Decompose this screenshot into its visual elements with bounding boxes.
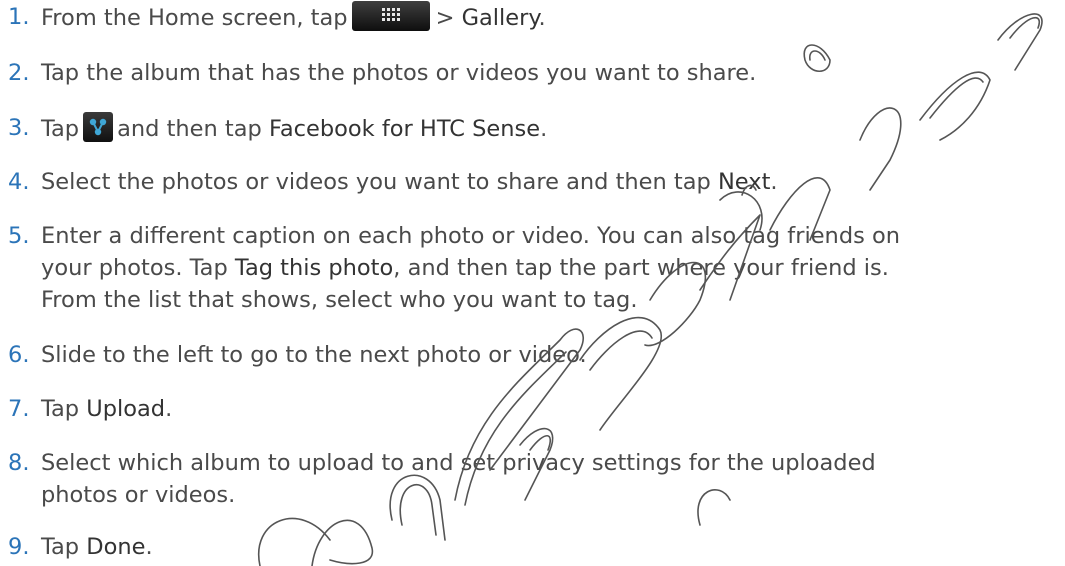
- step-text: Select the photos or videos you want to …: [41, 166, 778, 198]
- step-text: Select which album to upload to and set …: [41, 447, 876, 511]
- step-number: 7.: [8, 396, 30, 422]
- step-text-part: .: [145, 534, 153, 560]
- step-number: 9.: [8, 534, 30, 560]
- step-text-part: , and then tap the part where your frien…: [393, 255, 889, 281]
- ui-label-gallery: Gallery: [461, 5, 539, 31]
- step-text-part: .: [165, 396, 173, 422]
- step-text-part: and then tap: [117, 116, 269, 142]
- ui-label-next: Next: [717, 169, 771, 195]
- step-text-line: Select which album to upload to and set …: [41, 450, 876, 476]
- step-text-part: Select the photos or videos you want to …: [41, 169, 718, 195]
- step-number: 5.: [8, 223, 30, 249]
- step-number: 2.: [8, 60, 30, 86]
- step-text-part: Tap: [41, 116, 80, 142]
- step-number: 4.: [8, 169, 30, 195]
- step-number: 6.: [8, 342, 30, 368]
- ui-label-tag-this-photo: Tag this photo: [234, 255, 394, 281]
- step-text-part: >: [435, 5, 462, 31]
- step-text: Slide to the left to go to the next phot…: [41, 342, 587, 368]
- step-text-line: your photos. Tap Tag this photo, and the…: [41, 252, 900, 284]
- ui-label-facebook: Facebook for HTC Sense: [268, 116, 541, 142]
- step-text: Tap Done.: [41, 531, 153, 563]
- ui-label-done: Done: [86, 534, 146, 560]
- step-text-part: your photos. Tap: [41, 255, 235, 281]
- step-text-part: .: [538, 5, 546, 31]
- step-number: 8.: [8, 450, 30, 476]
- step-text-part: Tap: [41, 534, 87, 560]
- step-text-part: .: [540, 116, 548, 142]
- step-text-line: Enter a different caption on each photo …: [41, 223, 900, 249]
- step-text: Tap Upload.: [41, 393, 172, 425]
- step-text: Tap the album that has the photos or vid…: [41, 60, 757, 86]
- step-text-part: Tap: [41, 396, 87, 422]
- step-text: Enter a different caption on each photo …: [41, 220, 900, 316]
- step-text-line: From the list that shows, select who you…: [41, 287, 638, 313]
- share-icon: [83, 112, 114, 142]
- step-text: Tap and then tap Facebook for HTC Sense.: [41, 112, 547, 145]
- step-text-part: From the Home screen, tap: [41, 5, 348, 31]
- all-apps-icon: [351, 1, 430, 31]
- ui-label-upload: Upload: [86, 396, 166, 422]
- step-number: 3.: [8, 115, 30, 141]
- step-text: From the Home screen, tap > Gallery.: [41, 1, 546, 34]
- instruction-steps: 1. From the Home screen, tap > Gallery. 2…: [0, 0, 1065, 566]
- step-text-line: photos or videos.: [41, 482, 236, 508]
- step-text-part: .: [770, 169, 778, 195]
- step-number: 1.: [8, 4, 30, 30]
